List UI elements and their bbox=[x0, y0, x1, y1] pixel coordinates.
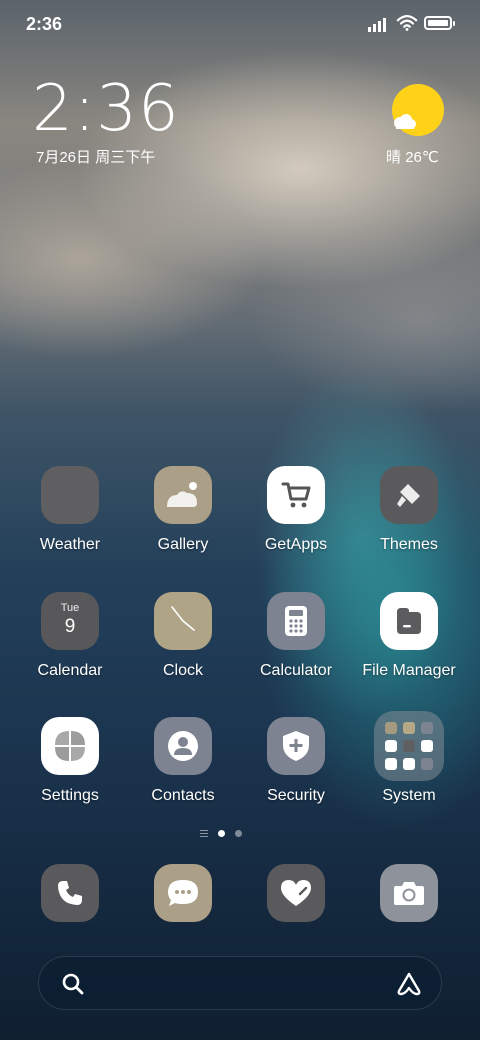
list-view-indicator bbox=[200, 830, 208, 837]
calendar-weekday: Tue bbox=[60, 602, 80, 614]
calculator-icon[interactable] bbox=[267, 592, 325, 650]
brush-icon[interactable] bbox=[380, 466, 438, 524]
assistant-icon[interactable] bbox=[395, 971, 423, 997]
app-themes[interactable]: Themes bbox=[353, 466, 465, 554]
app-contacts[interactable]: Contacts bbox=[127, 717, 239, 805]
app-getapps[interactable]: GetApps bbox=[240, 466, 352, 554]
calendar-day: 9 bbox=[64, 616, 76, 637]
app-folder-icon[interactable] bbox=[374, 711, 444, 781]
page-indicator[interactable] bbox=[200, 830, 242, 837]
app-label: Weather bbox=[39, 536, 101, 553]
clock-widget-date: 7月26日 周三下午 bbox=[36, 149, 156, 166]
gallery-icon[interactable] bbox=[154, 466, 212, 524]
app-file-manager[interactable]: File Manager bbox=[353, 592, 465, 680]
dock-camera[interactable] bbox=[380, 864, 438, 922]
app-folder-system[interactable]: System bbox=[353, 711, 465, 805]
battery-icon bbox=[424, 16, 455, 30]
app-clock[interactable]: Clock bbox=[127, 592, 239, 680]
app-label: File Manager bbox=[362, 662, 456, 679]
app-label: Settings bbox=[41, 787, 99, 804]
status-bar-time: 2:36 bbox=[26, 14, 63, 34]
settings-icon[interactable] bbox=[41, 717, 99, 775]
heart-icon bbox=[281, 880, 311, 906]
signal-icon bbox=[368, 16, 390, 32]
shield-icon[interactable] bbox=[267, 717, 325, 775]
page-dot-1 bbox=[218, 830, 225, 837]
app-label: Calculator bbox=[259, 662, 333, 679]
message-icon bbox=[168, 880, 198, 906]
app-gallery[interactable]: Gallery bbox=[127, 466, 239, 554]
weather-icon[interactable] bbox=[41, 466, 99, 524]
app-label: Clock bbox=[162, 662, 203, 679]
app-label: System bbox=[382, 787, 436, 804]
app-label: Gallery bbox=[157, 536, 209, 553]
app-label: Calendar bbox=[37, 662, 103, 679]
clock-widget-time[interactable]: 2:36 bbox=[32, 74, 180, 144]
app-weather[interactable]: Weather bbox=[14, 466, 126, 554]
wifi-icon bbox=[396, 15, 418, 31]
app-settings[interactable]: Settings bbox=[14, 717, 126, 805]
weather-temperature: 26℃ bbox=[405, 149, 439, 166]
cloud-icon bbox=[394, 114, 416, 129]
weather-widget-text: 晴 26℃ bbox=[386, 146, 439, 167]
dock-browser[interactable] bbox=[267, 864, 325, 922]
phone-icon bbox=[58, 881, 82, 905]
app-label: Security bbox=[267, 787, 325, 804]
search-bar[interactable] bbox=[38, 956, 442, 1010]
dock-phone[interactable] bbox=[41, 864, 99, 922]
cart-icon[interactable] bbox=[267, 466, 325, 524]
app-label: GetApps bbox=[264, 536, 328, 553]
app-calculator[interactable]: Calculator bbox=[240, 592, 352, 680]
folder-icon[interactable] bbox=[380, 592, 438, 650]
dock-messages[interactable] bbox=[154, 864, 212, 922]
app-calendar[interactable]: Tue 9 Calendar bbox=[14, 592, 126, 680]
search-icon[interactable] bbox=[61, 972, 85, 996]
page-dot-2 bbox=[235, 830, 242, 837]
contacts-icon[interactable] bbox=[154, 717, 212, 775]
clock-icon[interactable] bbox=[154, 592, 212, 650]
calendar-icon[interactable]: Tue 9 bbox=[41, 592, 99, 650]
app-label: Themes bbox=[380, 536, 438, 553]
app-security[interactable]: Security bbox=[240, 717, 352, 805]
camera-icon bbox=[394, 882, 424, 905]
weather-condition: 晴 bbox=[386, 149, 402, 166]
app-label: Contacts bbox=[151, 787, 215, 804]
